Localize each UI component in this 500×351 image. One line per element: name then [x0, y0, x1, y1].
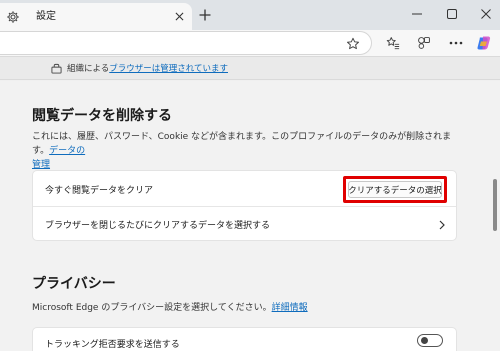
- favorites-button[interactable]: [385, 35, 401, 51]
- collections-button[interactable]: [416, 35, 432, 51]
- copilot-button[interactable]: [476, 35, 492, 51]
- more-menu-button[interactable]: [448, 35, 464, 51]
- clear-description-text: これには、履歴、パスワード、Cookie などが含まれます。このプロファイルのデ…: [32, 132, 452, 156]
- organization-icon: [51, 63, 62, 74]
- managed-banner: 組織による ブラウザーは管理されています: [0, 56, 500, 80]
- chevron-right-icon[interactable]: [437, 220, 447, 230]
- minimize-icon: [412, 13, 422, 15]
- clear-browsing-description: これには、履歴、パスワード、Cookie などが含まれます。このプロファイルのデ…: [32, 130, 462, 172]
- minimize-button[interactable]: [406, 4, 428, 24]
- close-icon: [175, 12, 183, 20]
- toolbar: [0, 30, 500, 56]
- clear-on-close-row[interactable]: ブラウザーを閉じるたびにクリアするデータを選択する: [45, 218, 270, 231]
- clear-data-card: 今すぐ閲覧データをクリア クリアするデータの選択 ブラウザーを閉じるたびにクリア…: [32, 170, 457, 241]
- toggle-knob: [421, 337, 428, 344]
- favorites-icon: [386, 37, 400, 50]
- scrollbar[interactable]: [490, 81, 500, 351]
- privacy-heading: プライバシー: [32, 276, 116, 292]
- close-icon: [481, 9, 491, 19]
- do-not-track-toggle[interactable]: [417, 334, 443, 347]
- privacy-description-text: Microsoft Edge のプライバシー設定を選択してください。: [32, 303, 272, 313]
- maximize-icon: [447, 9, 457, 19]
- managed-prefix: 組織による: [67, 64, 110, 74]
- do-not-track-label: トラッキング拒否要求を送信する: [45, 340, 180, 350]
- choose-what-to-clear-button[interactable]: クリアするデータの選択: [348, 181, 442, 198]
- clear-now-label: 今すぐ閲覧データをクリア: [45, 186, 154, 196]
- plus-icon: [199, 9, 211, 21]
- clear-browsing-heading: 閲覧データを削除する: [32, 108, 172, 124]
- collections-icon: [418, 37, 430, 49]
- tab-title: 設定: [36, 11, 56, 22]
- gear-icon: [7, 11, 19, 23]
- data-manage-link[interactable]: データの: [49, 146, 85, 156]
- managed-link[interactable]: ブラウザーは管理されています: [109, 62, 228, 74]
- copilot-icon: [477, 36, 491, 50]
- settings-content: 閲覧データを削除する これには、履歴、パスワード、Cookie などが含まれます…: [0, 81, 490, 351]
- close-tab-button[interactable]: [172, 9, 186, 23]
- data-manage-link-cont[interactable]: 管理: [32, 160, 50, 170]
- favorite-star-icon[interactable]: [346, 37, 360, 51]
- learn-more-link[interactable]: 詳細情報: [272, 303, 308, 313]
- choose-what-to-clear-highlight: クリアするデータの選択: [343, 176, 447, 203]
- close-window-button[interactable]: [475, 4, 497, 24]
- new-tab-button[interactable]: [196, 6, 214, 24]
- title-bar: 設定: [0, 0, 500, 30]
- more-dots-icon: [449, 41, 463, 45]
- privacy-card: トラッキング拒否要求を送信する: [32, 327, 457, 351]
- privacy-description: Microsoft Edge のプライバシー設定を選択してください。詳細情報: [32, 301, 462, 315]
- divider: [33, 206, 456, 207]
- address-bar[interactable]: [0, 31, 372, 55]
- maximize-button[interactable]: [441, 4, 463, 24]
- tab-settings[interactable]: 設定: [0, 3, 192, 30]
- scrollbar-thumb[interactable]: [493, 179, 497, 231]
